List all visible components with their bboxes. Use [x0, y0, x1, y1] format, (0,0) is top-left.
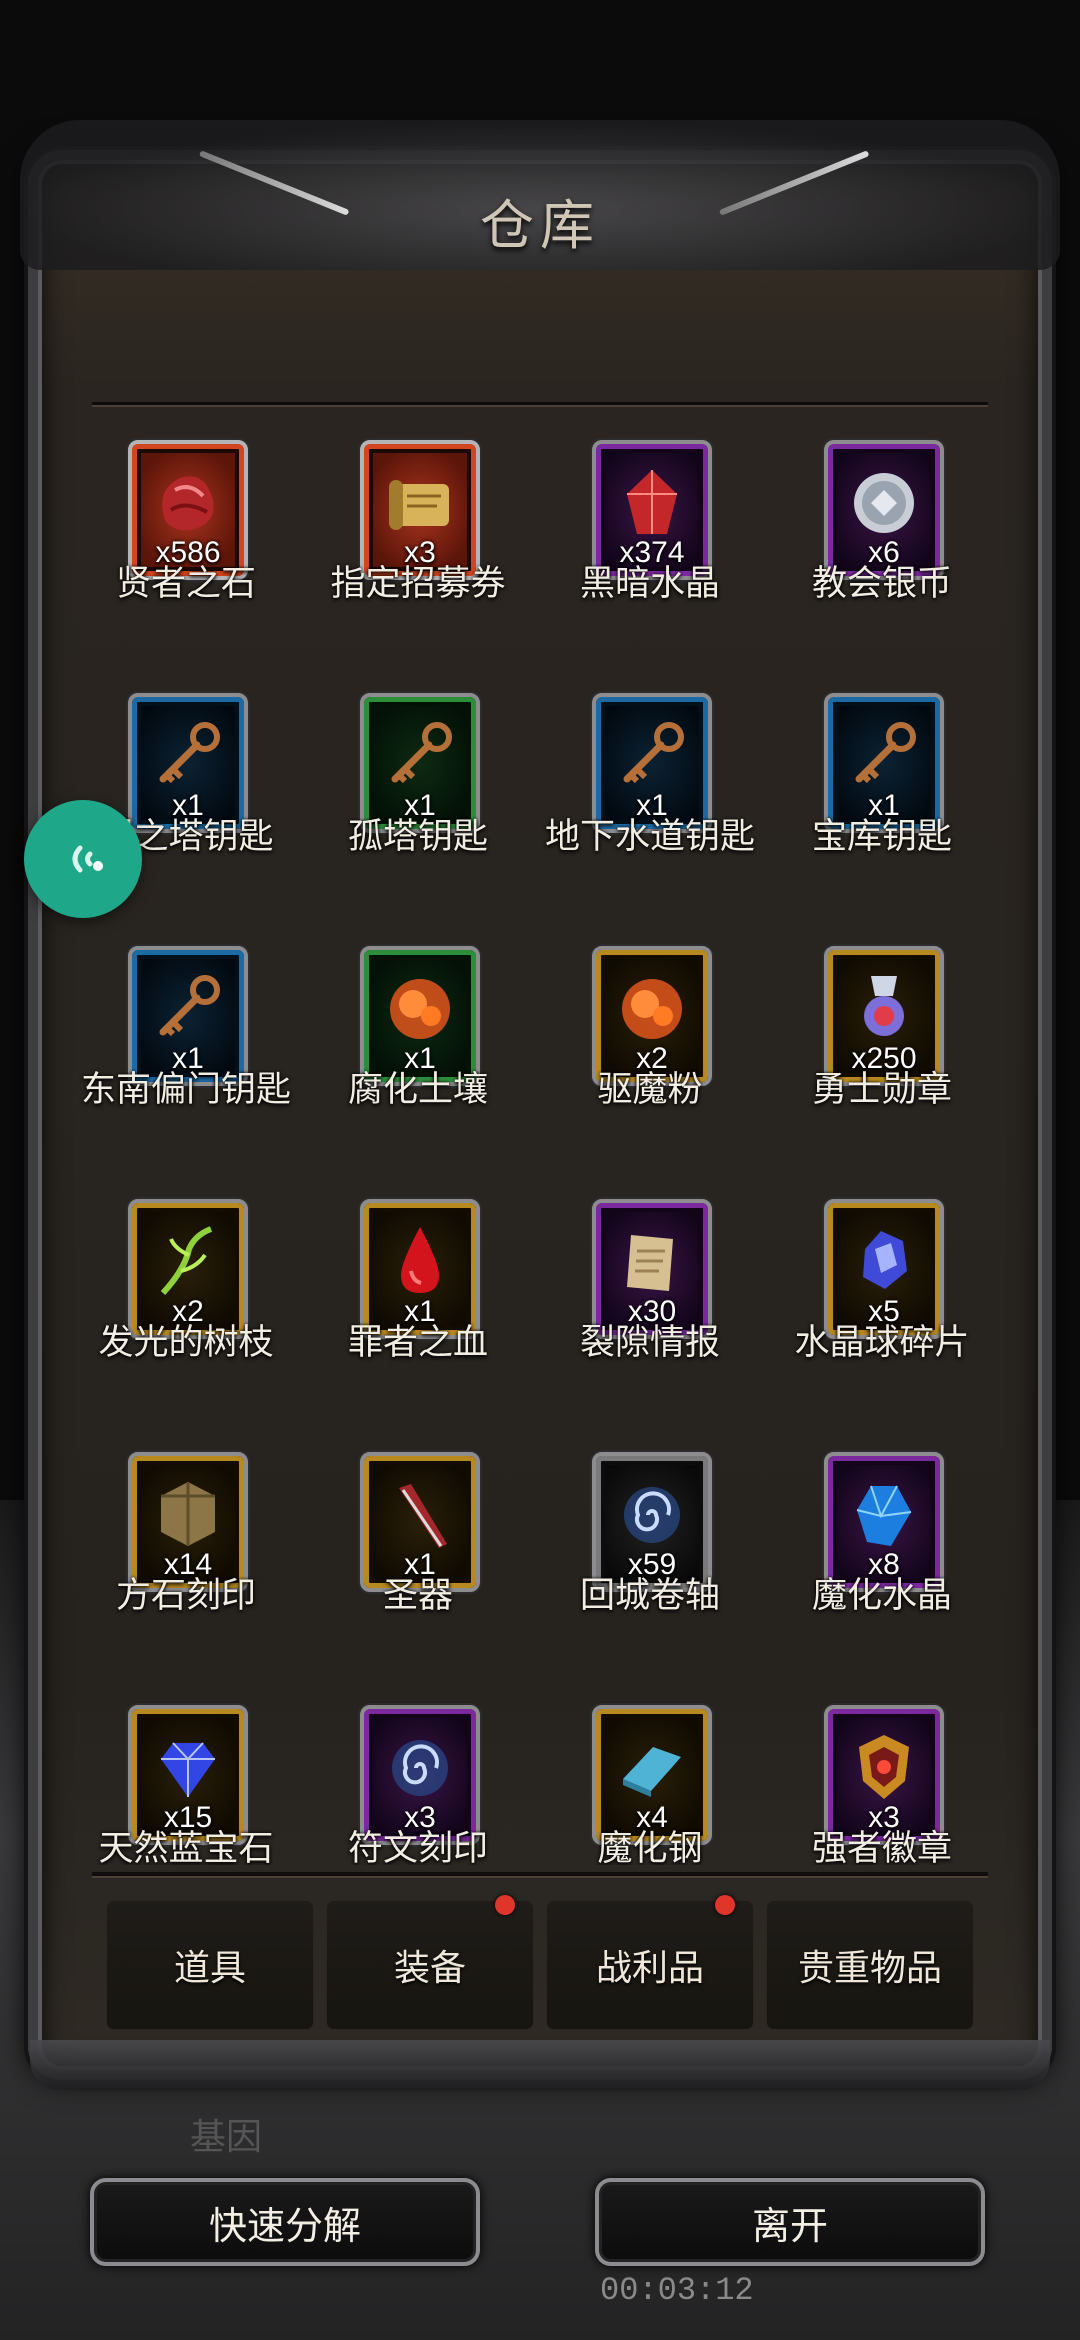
- inventory-item[interactable]: x15 天然蓝宝石: [70, 1690, 302, 1865]
- item-name: 裂隙情报: [579, 1323, 720, 1363]
- divider: [92, 402, 988, 405]
- item-name: 圣器: [382, 1576, 453, 1616]
- inventory-item[interactable]: x3 符文刻印: [302, 1690, 534, 1865]
- quick-decompose-button[interactable]: 快速分解: [90, 2178, 480, 2266]
- tab-valuables[interactable]: 贵重物品: [766, 1900, 974, 2030]
- inventory-item[interactable]: x1 腐化土壤: [302, 931, 534, 1184]
- item-name: 符文刻印: [347, 1829, 488, 1865]
- item-name: 东南偏门钥匙: [80, 1070, 291, 1110]
- inventory-item[interactable]: x2 发光的树枝: [70, 1184, 302, 1437]
- item-name: 魔化水晶: [811, 1576, 952, 1616]
- item-name: 驱魔粉: [597, 1070, 703, 1110]
- item-name: 魔化钢: [597, 1829, 703, 1865]
- item-grid-viewport[interactable]: x586 贤者之石 x3 指定招募券 x374 黑暗水晶 x6 教会银币 x1 …: [70, 425, 1010, 1865]
- category-tabs: 道具 装备 战利品 贵重物品: [100, 1895, 980, 2030]
- inventory-item[interactable]: x4 魔化钢: [534, 1690, 766, 1865]
- inventory-item[interactable]: x250 勇士勋章: [766, 931, 998, 1184]
- divider: [92, 1872, 988, 1876]
- item-name: 发光的树枝: [98, 1323, 274, 1363]
- inventory-item[interactable]: x1 罪者之血: [302, 1184, 534, 1437]
- tab-label: 装备: [393, 1948, 466, 1989]
- tab-loot[interactable]: 战利品: [546, 1895, 754, 2030]
- item-name: 贤者之石: [115, 564, 256, 604]
- item-name: 方石刻印: [115, 1576, 256, 1616]
- inventory-item[interactable]: x59 回城卷轴: [534, 1437, 766, 1690]
- button-label: 快速分解: [208, 2203, 361, 2248]
- button-label: 离开: [751, 2203, 828, 2248]
- tab-items[interactable]: 道具: [106, 1900, 314, 2030]
- item-name: 指定招募券: [330, 564, 506, 604]
- floating-assistant-button[interactable]: [24, 800, 142, 918]
- item-name: 天然蓝宝石: [98, 1829, 274, 1865]
- inventory-item[interactable]: x1 圣器: [302, 1437, 534, 1690]
- tab-label: 贵重物品: [797, 1948, 942, 1989]
- inventory-item[interactable]: x6 教会银币: [766, 425, 998, 678]
- inventory-item[interactable]: x2 驱魔粉: [534, 931, 766, 1184]
- page-title: 仓库: [480, 193, 600, 257]
- item-grid: x586 贤者之石 x3 指定招募券 x374 黑暗水晶 x6 教会银币 x1 …: [70, 425, 1010, 1865]
- inventory-item[interactable]: x374 黑暗水晶: [534, 425, 766, 678]
- inventory-item[interactable]: x14 方石刻印: [70, 1437, 302, 1690]
- item-name: 地下水道钥匙: [544, 817, 755, 857]
- tab-label: 道具: [173, 1948, 246, 1989]
- item-name: 勇士勋章: [811, 1070, 952, 1110]
- notification-dot: [715, 1895, 735, 1915]
- item-name: 宝库钥匙: [811, 817, 952, 857]
- item-name: 教会银币: [811, 564, 952, 604]
- item-name: 黑暗水晶: [579, 564, 720, 604]
- signal-icon: [72, 845, 103, 873]
- inventory-item[interactable]: x8 魔化水晶: [766, 1437, 998, 1690]
- inventory-item[interactable]: x3 强者徽章: [766, 1690, 998, 1865]
- item-name: 腐化土壤: [347, 1070, 488, 1110]
- game-timer: 00:03:12: [600, 2272, 754, 2309]
- item-name: 回城卷轴: [579, 1576, 720, 1616]
- inventory-item[interactable]: x30 裂隙情报: [534, 1184, 766, 1437]
- item-name: 孤塔钥匙: [347, 817, 488, 857]
- item-name: 强者徽章: [811, 1829, 952, 1865]
- inventory-item[interactable]: x5 水晶球碎片: [766, 1184, 998, 1437]
- inventory-item[interactable]: x1 东南偏门钥匙: [70, 931, 302, 1184]
- inventory-item[interactable]: x1 地下水道钥匙: [534, 678, 766, 931]
- tab-equipment[interactable]: 装备: [326, 1895, 534, 2030]
- inventory-item[interactable]: x586 贤者之石: [70, 425, 302, 678]
- leave-button[interactable]: 离开: [595, 2178, 985, 2266]
- item-name: 罪者之血: [347, 1323, 488, 1363]
- background-label: 基因: [190, 2117, 263, 2158]
- inventory-item[interactable]: x1 宝库钥匙: [766, 678, 998, 931]
- inventory-item[interactable]: x3 指定招募券: [302, 425, 534, 678]
- item-name: 水晶球碎片: [794, 1323, 970, 1363]
- tab-label: 战利品: [595, 1948, 704, 1989]
- panel-footer-frame: [30, 2040, 1050, 2090]
- inventory-item[interactable]: x1 孤塔钥匙: [302, 678, 534, 931]
- notification-dot: [495, 1895, 515, 1915]
